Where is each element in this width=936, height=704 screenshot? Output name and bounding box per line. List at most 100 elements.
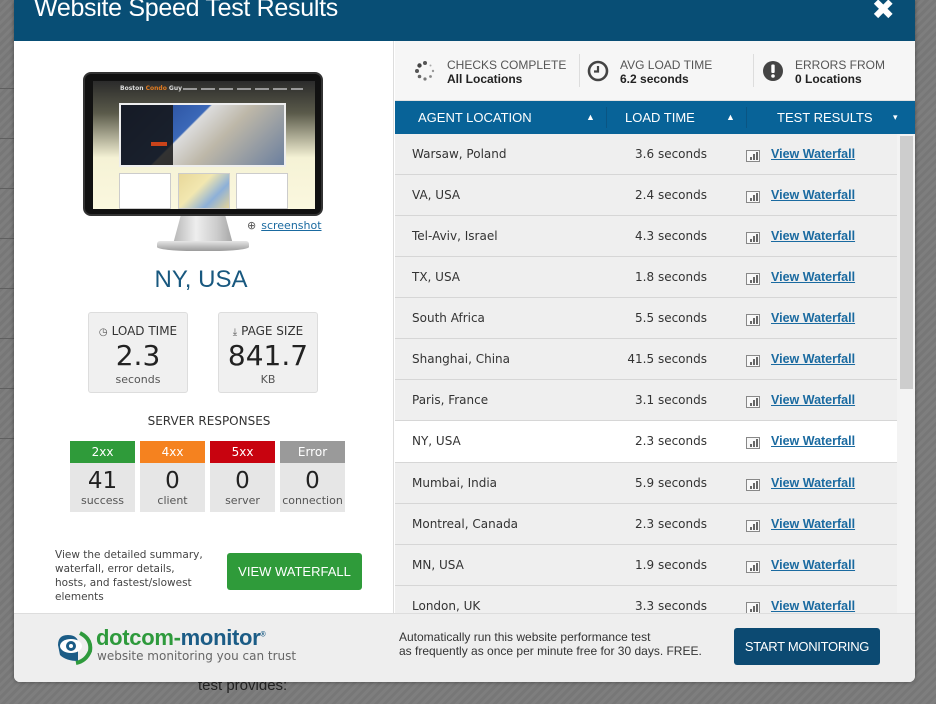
eye-logo-icon <box>58 631 93 665</box>
logo-wordmark: dotcom-monitor® <box>96 625 266 650</box>
view-waterfall-link[interactable]: View Waterfall <box>771 393 855 407</box>
view-waterfall-link[interactable]: View Waterfall <box>771 352 855 366</box>
row-load-time: 4.3 seconds <box>635 229 707 243</box>
exclamation-icon <box>763 61 783 81</box>
bar-chart-icon <box>746 355 760 367</box>
view-waterfall-link[interactable]: View Waterfall <box>771 147 855 161</box>
site-contact-box <box>119 173 171 209</box>
view-waterfall-button[interactable]: VIEW WATERFALL <box>227 553 362 590</box>
row-load-time: 3.6 seconds <box>635 147 707 161</box>
divider <box>746 107 747 128</box>
site-hero-image <box>119 103 286 167</box>
row-location: South Africa <box>412 311 485 325</box>
table-row[interactable]: South Africa 5.5 seconds View Waterfall <box>395 298 897 339</box>
dialog-footer: dotcom-monitor® website monitoring you c… <box>14 613 915 682</box>
zoom-in-icon: ⊕ <box>247 219 257 232</box>
screenshot-link[interactable]: ⊕ screenshot <box>247 219 322 232</box>
divider <box>606 107 607 128</box>
table-row[interactable]: Shanghai, China 41.5 seconds View Waterfal… <box>395 339 897 380</box>
column-load-time[interactable]: LOAD TIME <box>625 101 695 134</box>
dialog-header: Website Speed Test Results ✖ <box>14 0 915 41</box>
bar-chart-icon <box>746 273 760 285</box>
waterfall-description: View the detailed summary, waterfall, er… <box>55 549 203 603</box>
selected-location: NY, USA <box>154 266 248 293</box>
divider <box>579 54 580 87</box>
view-waterfall-link[interactable]: View Waterfall <box>771 270 855 284</box>
close-icon[interactable]: ✖ <box>872 0 895 24</box>
site-brand: Boston Condo Guy <box>120 85 183 92</box>
monitor-bezel: Boston Condo Guy <box>83 72 323 216</box>
view-waterfall-link[interactable]: View Waterfall <box>771 476 855 490</box>
site-map-box <box>178 173 230 209</box>
location-detail-panel: Boston Condo Guy ⊕ screenshot NY, USA ◷ LO… <box>14 41 394 613</box>
bar-chart-icon <box>746 232 760 244</box>
row-load-time: 1.9 seconds <box>635 558 707 572</box>
table-row[interactable]: NY, USA 2.3 seconds View Waterfall <box>395 421 897 463</box>
response-4xx: 4xx 0 client <box>140 441 205 512</box>
table-row[interactable]: Tel-Aviv, Israel 4.3 seconds View Waterfal… <box>395 216 897 257</box>
results-table-header: AGENT LOCATION ▲︎ LOAD TIME ▲︎ TEST RESU… <box>395 101 915 134</box>
row-location: Warsaw, Poland <box>412 147 507 161</box>
promo-text: Automatically run this website performan… <box>399 630 702 658</box>
row-load-time: 3.3 seconds <box>635 599 707 613</box>
row-load-time: 2.3 seconds <box>635 517 707 531</box>
start-monitoring-button[interactable]: START MONITORING <box>734 628 880 665</box>
table-row[interactable]: Warsaw, Poland 3.6 seconds View Waterfall <box>395 134 897 175</box>
dotcom-monitor-logo: dotcom-monitor® website monitoring you c… <box>54 625 297 667</box>
view-waterfall-link[interactable]: View Waterfall <box>771 599 855 613</box>
row-location: Mumbai, India <box>412 476 498 490</box>
monitor-base <box>157 241 249 251</box>
row-load-time: 41.5 seconds <box>627 352 707 366</box>
results-table-body: Warsaw, Poland 3.6 seconds View Waterfall V… <box>395 134 915 613</box>
view-waterfall-link[interactable]: View Waterfall <box>771 434 855 448</box>
bar-chart-icon <box>746 520 760 532</box>
bar-chart-icon <box>746 561 760 573</box>
row-location: Montreal, Canada <box>412 517 519 531</box>
view-waterfall-link[interactable]: View Waterfall <box>771 558 855 572</box>
load-time-value: 2.3 <box>115 339 161 372</box>
bar-chart-icon <box>746 150 760 162</box>
page-size-card: ⤓ PAGE SIZE 841.7 KB <box>218 312 318 393</box>
clock-icon: ◷ <box>98 327 108 338</box>
table-row[interactable]: TX, USA 1.8 seconds View Waterfall <box>395 257 897 298</box>
row-location: NY, USA <box>412 434 461 448</box>
table-row[interactable]: London, UK 3.3 seconds View Waterfall <box>395 586 897 613</box>
scrollbar-thumb[interactable] <box>900 136 913 389</box>
view-waterfall-link[interactable]: View Waterfall <box>771 229 855 243</box>
site-nav <box>183 88 303 90</box>
row-load-time: 2.4 seconds <box>635 188 707 202</box>
sort-icon[interactable]: ▲︎ <box>726 101 735 134</box>
bar-chart-icon <box>746 602 760 613</box>
sort-icon[interactable]: ▲︎ <box>586 101 595 134</box>
view-waterfall-link[interactable]: View Waterfall <box>771 517 855 531</box>
row-load-time: 3.1 seconds <box>635 393 707 407</box>
chevron-down-icon[interactable]: ▾ <box>893 101 898 134</box>
clock-icon <box>587 60 609 82</box>
view-waterfall-link[interactable]: View Waterfall <box>771 188 855 202</box>
bar-chart-icon <box>746 396 760 408</box>
server-responses-title: SERVER RESPONSES <box>147 414 271 428</box>
website-screenshot: Boston Condo Guy <box>93 81 315 209</box>
table-row[interactable]: Montreal, Canada 2.3 seconds View Waterfal… <box>395 504 897 545</box>
spinner-icon <box>415 61 435 81</box>
table-row[interactable]: Paris, France 3.1 seconds View Waterfall <box>395 380 897 421</box>
errors-from: ERRORS FROM 0 Locations <box>763 58 885 86</box>
dialog-title: Website Speed Test Results <box>34 0 338 22</box>
response-2xx: 2xx 41 success <box>70 441 135 512</box>
row-load-time: 5.9 seconds <box>635 476 707 490</box>
background-page-edge <box>0 40 14 640</box>
response-error: Error 0 connection <box>280 441 345 512</box>
table-row[interactable]: Mumbai, India 5.9 seconds View Waterfall <box>395 463 897 504</box>
checks-complete: CHECKS COMPLETE All Locations <box>415 58 566 86</box>
column-agent-location[interactable]: AGENT LOCATION <box>418 101 532 134</box>
row-location: Tel-Aviv, Israel <box>412 229 498 243</box>
load-time-card: ◷ LOAD TIME 2.3 seconds <box>88 312 188 393</box>
results-summary: CHECKS COMPLETE All Locations AVG LOAD T… <box>395 41 915 101</box>
logo-tagline: website monitoring you can trust <box>97 649 297 663</box>
row-load-time: 5.5 seconds <box>635 311 707 325</box>
table-row[interactable]: MN, USA 1.9 seconds View Waterfall <box>395 545 897 586</box>
view-waterfall-link[interactable]: View Waterfall <box>771 311 855 325</box>
column-test-results[interactable]: TEST RESULTS <box>777 101 873 134</box>
row-load-time: 1.8 seconds <box>635 270 707 284</box>
table-row[interactable]: VA, USA 2.4 seconds View Waterfall <box>395 175 897 216</box>
